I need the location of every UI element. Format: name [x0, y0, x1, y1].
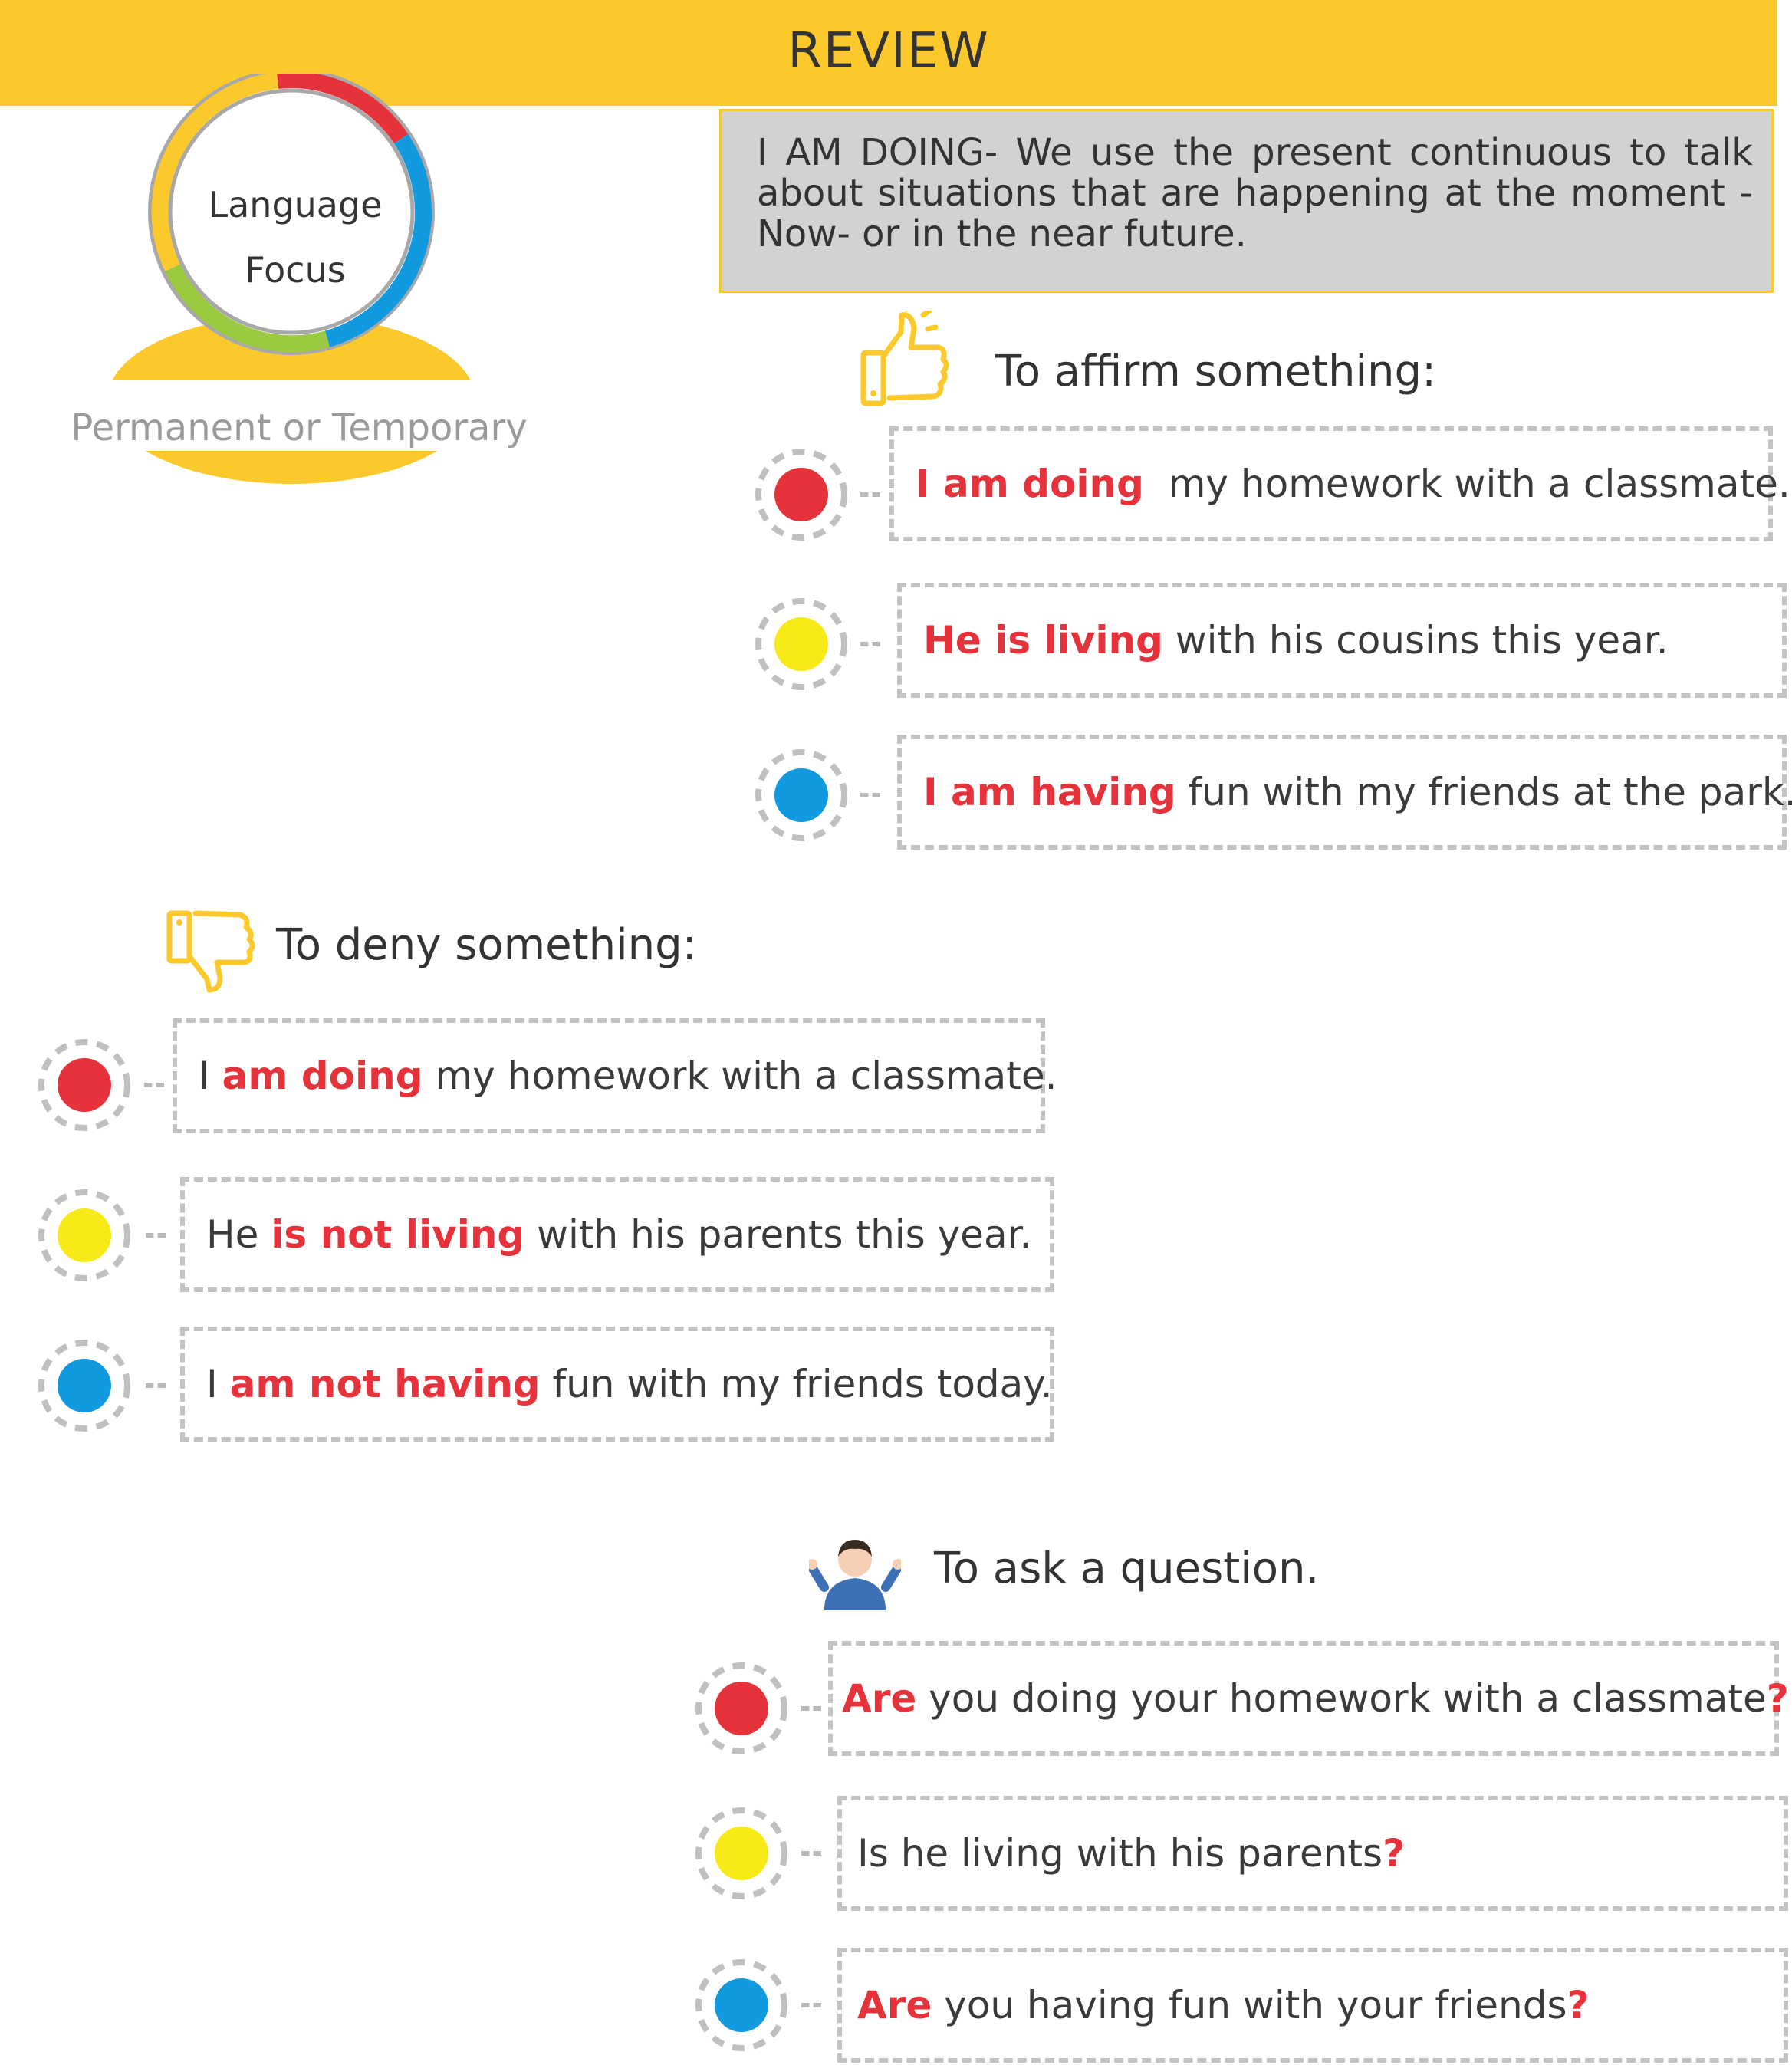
sentence-text: I	[199, 1054, 222, 1098]
row-connector	[801, 1851, 821, 1856]
sentence-text: He	[206, 1212, 271, 1257]
highlight-verb: is not living	[271, 1212, 525, 1257]
affirm-heading: To affirm something:	[995, 347, 1436, 396]
thumbs-down-icon	[166, 910, 255, 993]
yellow-bullet-icon	[695, 1807, 787, 1899]
sentence-text: Is he living with his parents	[857, 1831, 1383, 1876]
person-shrugging-icon	[809, 1540, 901, 1610]
row-connector	[146, 1233, 166, 1238]
sentence-text: with his cousins this year.	[1162, 618, 1669, 663]
affirm-sentence-3: I am having fun with my friends at the p…	[897, 735, 1792, 850]
focus-label-focus: Focus	[245, 249, 346, 291]
thumbs-up-icon	[860, 311, 949, 406]
question-heading: To ask a question.	[934, 1544, 1320, 1593]
focus-label-language: Language	[208, 184, 383, 225]
sentence-text: I	[206, 1362, 230, 1406]
yellow-bullet-icon	[755, 598, 847, 690]
deny-sentence-1: I am doing my homework with a classmate.	[173, 1018, 1057, 1133]
sentence-text: my homework with a classmate.	[1143, 462, 1790, 506]
highlight-verb: am not having	[229, 1362, 541, 1406]
red-bullet-icon	[695, 1662, 787, 1754]
row-connector	[801, 1706, 821, 1711]
question-mark: ?	[1383, 1831, 1406, 1876]
red-bullet-icon	[755, 449, 847, 541]
sentence-text: you having fun with your friends	[932, 1983, 1567, 2027]
row-connector	[860, 793, 880, 797]
sentence-text: fun with my friends today.	[540, 1362, 1053, 1406]
question-mark: ?	[1567, 1983, 1590, 2027]
affirm-sentence-1: I am doing my homework with a classmate.	[889, 426, 1790, 541]
sentence-text: my homework with a classmate.	[423, 1054, 1057, 1098]
page-title: REVIEW	[787, 23, 990, 80]
row-connector	[146, 1383, 166, 1388]
row-connector	[860, 492, 880, 497]
red-bullet-icon	[38, 1039, 130, 1131]
question-sentence-2: Is he living with his parents?	[837, 1796, 1788, 1911]
sentence-text: you doing your homework with a classmate	[916, 1676, 1767, 1721]
highlight-verb: am doing	[222, 1054, 423, 1098]
affirm-sentence-2: He is living with his cousins this year.	[897, 583, 1787, 698]
question-sentence-1: Are you doing your homework with a class…	[828, 1641, 1789, 1756]
blue-bullet-icon	[695, 1959, 787, 2051]
highlight-verb: I am having	[923, 770, 1176, 814]
row-connector	[860, 642, 880, 646]
definition-box: I AM DOING- We use the present continuou…	[719, 109, 1774, 293]
row-connector	[801, 2003, 821, 2007]
blue-bullet-icon	[755, 749, 847, 841]
highlight-verb: I am doing	[916, 462, 1144, 506]
blue-bullet-icon	[38, 1340, 130, 1432]
deny-heading: To deny something:	[276, 920, 697, 970]
sentence-text: with his parents this year.	[524, 1212, 1032, 1257]
question-mark: ?	[1766, 1676, 1789, 1721]
deny-sentence-3: I am not having fun with my friends toda…	[180, 1327, 1054, 1442]
highlight-verb: Are	[857, 1983, 932, 2027]
sentence-text: fun with my friends at the park.	[1175, 770, 1792, 814]
highlight-verb: Are	[842, 1676, 917, 1721]
row-connector	[144, 1083, 164, 1087]
focus-subtitle: Permanent or Temporary	[71, 406, 528, 449]
deny-sentence-2: He is not living with his parents this y…	[180, 1177, 1054, 1292]
question-sentence-3: Are you having fun with your friends?	[837, 1948, 1788, 2063]
highlight-verb: He is living	[923, 618, 1163, 663]
yellow-bullet-icon	[38, 1189, 130, 1281]
